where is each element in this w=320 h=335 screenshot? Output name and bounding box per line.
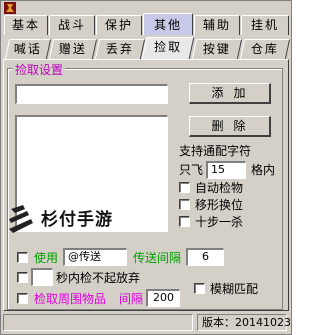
teleport-item-input[interactable]: @传送 bbox=[63, 248, 127, 266]
wildcard-label: 支持通配字符 bbox=[179, 144, 252, 158]
only-fly-input[interactable]: 15 bbox=[206, 161, 246, 179]
pick-nearby-label: 检取周围物品 bbox=[34, 292, 107, 306]
ten-step-label: 十步一杀 bbox=[195, 215, 244, 229]
tab-protect[interactable]: 保护 bbox=[96, 15, 142, 35]
tab-combat[interactable]: 战斗 bbox=[49, 15, 95, 35]
tab-shout-label: 喊话 bbox=[13, 42, 42, 56]
teleport-interval-label: 传送间隔 bbox=[133, 251, 182, 265]
tab-pickup-label: 捡取 bbox=[154, 40, 183, 54]
group-title: 捡取设置 bbox=[13, 61, 66, 78]
seconds-label: 秒内检不起放弃 bbox=[56, 271, 141, 285]
give-up-checkbox[interactable] bbox=[17, 272, 28, 283]
fuzzy-match-checkbox[interactable] bbox=[194, 283, 205, 294]
app-logo-icon bbox=[4, 2, 16, 14]
tab-basic[interactable]: 基本 bbox=[4, 15, 48, 35]
tab-keys[interactable]: 按键 bbox=[191, 39, 243, 59]
fuzzy-match-label: 模糊匹配 bbox=[210, 282, 259, 296]
auto-pick-label: 自动检物 bbox=[195, 181, 244, 195]
app-window: 基本 战斗 保护 其他 辅助 挂机 喊话 赠送 丢弃 捡取 按键 仓库 捡取设置… bbox=[0, 0, 292, 335]
teleport-interval-input[interactable]: 6 bbox=[186, 248, 224, 266]
only-fly-label: 只飞 bbox=[179, 163, 204, 177]
tab-other[interactable]: 其他 bbox=[143, 13, 193, 35]
move-shape-label: 移形换位 bbox=[195, 198, 244, 212]
interval-input[interactable]: 200 bbox=[146, 289, 180, 307]
move-shape-checkbox[interactable] bbox=[179, 199, 190, 210]
auto-pick-checkbox[interactable] bbox=[179, 182, 190, 193]
sub-tab-row: 喊话 赠送 丢弃 捡取 按键 仓库 bbox=[1, 37, 291, 59]
tab-pickup[interactable]: 捡取 bbox=[141, 37, 195, 59]
tab-idle[interactable]: 挂机 bbox=[241, 15, 289, 35]
version-label: 版本：20141023 bbox=[197, 314, 291, 331]
tab-give[interactable]: 赠送 bbox=[48, 39, 98, 59]
tab-shout[interactable]: 喊话 bbox=[4, 39, 52, 59]
tab-assist[interactable]: 辅助 bbox=[194, 15, 240, 35]
status-left-pane bbox=[3, 314, 193, 331]
pick-nearby-checkbox[interactable] bbox=[17, 293, 28, 304]
watermark-text: 杉付手游 bbox=[41, 210, 113, 230]
tab-storage[interactable]: 仓库 bbox=[239, 39, 291, 59]
add-button[interactable]: 添加 bbox=[189, 83, 271, 104]
tab-discard[interactable]: 丢弃 bbox=[94, 39, 146, 59]
tab-give-label: 赠送 bbox=[58, 42, 87, 56]
delete-button[interactable]: 删除 bbox=[189, 116, 271, 137]
status-bar: 版本：20141023 bbox=[3, 314, 291, 332]
use-label: 使用 bbox=[34, 251, 59, 265]
ten-step-checkbox[interactable] bbox=[179, 216, 190, 227]
seconds-input[interactable] bbox=[31, 268, 53, 286]
interval-label: 间隔 bbox=[119, 292, 144, 306]
tab-keys-label: 按键 bbox=[202, 42, 231, 56]
use-teleport-checkbox[interactable] bbox=[17, 252, 28, 263]
main-tab-row: 基本 战斗 保护 其他 辅助 挂机 bbox=[1, 13, 291, 35]
item-name-input[interactable] bbox=[15, 84, 168, 104]
tab-storage-label: 仓库 bbox=[250, 42, 279, 56]
grid-within-label: 格内 bbox=[251, 163, 276, 177]
tab-discard-label: 丢弃 bbox=[105, 42, 134, 56]
